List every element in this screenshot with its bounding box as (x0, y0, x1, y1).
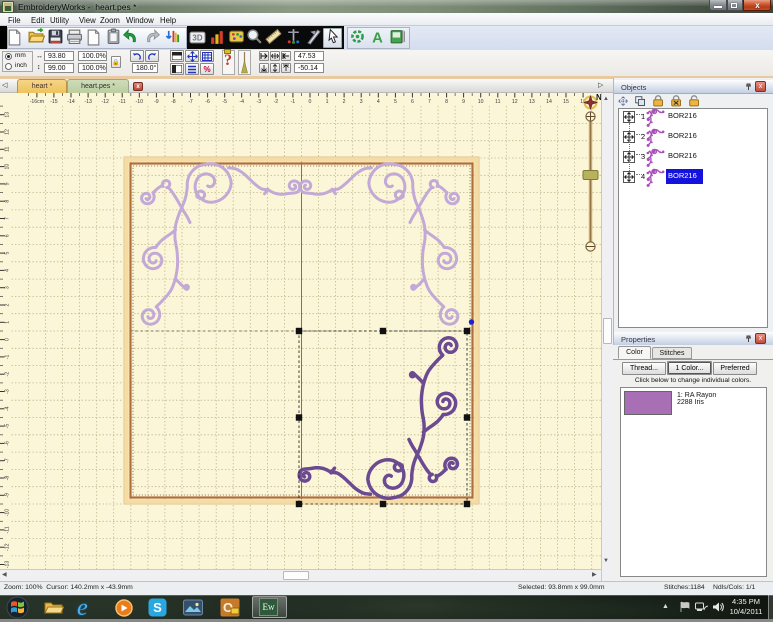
svg-text:-9: -9 (154, 99, 159, 105)
svg-text:1: 1 (5, 321, 11, 324)
svg-text:-9: -9 (5, 493, 11, 498)
svg-text:-12: -12 (101, 99, 109, 105)
svg-text:-16cm: -16cm (30, 99, 44, 105)
svg-text:11: 11 (495, 99, 500, 105)
svg-text:2: 2 (5, 303, 11, 306)
svg-text:-4: -4 (5, 406, 11, 411)
svg-text:12: 12 (512, 99, 518, 105)
svg-text:-11: -11 (5, 526, 11, 533)
svg-text:15: 15 (563, 99, 569, 105)
svg-text:10: 10 (5, 164, 11, 170)
svg-text:13: 13 (5, 112, 11, 118)
svg-text:10: 10 (478, 99, 484, 105)
svg-text:-10: -10 (136, 99, 144, 105)
svg-text:6: 6 (411, 99, 414, 105)
svg-text:1: 1 (326, 99, 329, 105)
svg-text:9: 9 (5, 182, 11, 185)
svg-text:-7: -7 (188, 99, 193, 105)
svg-text:0: 0 (5, 338, 11, 341)
svg-text:14: 14 (546, 99, 552, 105)
svg-text:7: 7 (5, 217, 11, 220)
svg-text:-13: -13 (84, 99, 92, 105)
svg-text:-5: -5 (222, 99, 227, 105)
svg-text:0: 0 (309, 99, 312, 105)
svg-text:-5: -5 (5, 424, 11, 429)
svg-text:3D: 3D (192, 34, 202, 43)
svg-text:3: 3 (360, 99, 363, 105)
svg-text:8: 8 (445, 99, 448, 105)
svg-text:-6: -6 (205, 99, 210, 105)
svg-text:-1: -1 (5, 354, 11, 359)
svg-text:-14: -14 (67, 99, 75, 105)
svg-text:-8: -8 (5, 476, 11, 481)
svg-text:-8: -8 (171, 99, 176, 105)
svg-text:6: 6 (5, 234, 11, 237)
svg-text:-1: -1 (291, 99, 296, 105)
svg-text:13: 13 (529, 99, 535, 105)
svg-text:4: 4 (377, 99, 380, 105)
svg-text:3: 3 (5, 286, 11, 289)
svg-text:-6: -6 (5, 441, 11, 446)
svg-text:-2: -2 (5, 372, 11, 377)
svg-text:-11: -11 (119, 99, 126, 105)
svg-text:-7: -7 (5, 458, 11, 463)
svg-text:-2: -2 (274, 99, 279, 105)
svg-text:-15: -15 (50, 99, 58, 105)
svg-text:9: 9 (462, 99, 465, 105)
svg-text:-3: -3 (256, 99, 261, 105)
svg-text:S: S (153, 600, 162, 615)
svg-text:-4: -4 (239, 99, 244, 105)
svg-text:-3: -3 (5, 389, 11, 394)
svg-text:11: 11 (5, 146, 11, 151)
svg-text:8: 8 (5, 200, 11, 203)
svg-text:5: 5 (394, 99, 397, 105)
svg-text:7: 7 (428, 99, 431, 105)
svg-text:5: 5 (5, 252, 11, 255)
svg-text:-12: -12 (5, 543, 11, 551)
svg-text:-13: -13 (5, 561, 11, 569)
svg-text:4: 4 (5, 269, 11, 272)
svg-text:12: 12 (5, 129, 11, 135)
svg-text:2: 2 (343, 99, 346, 105)
svg-text:A: A (372, 30, 383, 45)
svg-text:-10: -10 (5, 509, 11, 517)
